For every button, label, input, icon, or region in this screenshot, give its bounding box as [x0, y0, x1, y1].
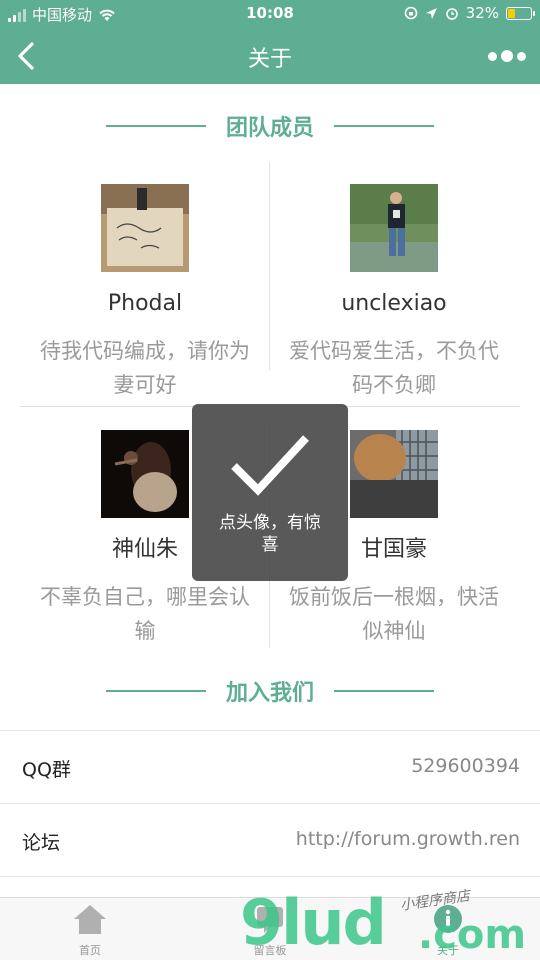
- member-card-unclexiao: unclexiao 爱代码爱生活，不负代码不负卿: [270, 184, 518, 402]
- member-avatar[interactable]: [101, 430, 189, 518]
- tab-label: 首页: [79, 944, 101, 957]
- member-name: Phodal: [107, 291, 183, 316]
- row-label: 论坛: [22, 832, 61, 854]
- member-avatar[interactable]: [101, 184, 189, 272]
- join-section-title: 加入我们: [0, 675, 540, 706]
- member-motto: 待我代码编成，请你为妻可好: [40, 339, 250, 397]
- join-heading: 加入我们: [225, 681, 314, 706]
- battery-level: [508, 8, 516, 18]
- status-bar: 中国移动 10:08 32%: [0, 0, 540, 28]
- rotation-lock-icon: [404, 6, 417, 20]
- tab-label: 关于: [437, 944, 459, 957]
- tab-home[interactable]: 首页: [40, 902, 140, 958]
- more-options-icon[interactable]: [488, 46, 526, 66]
- member-avatar[interactable]: [350, 430, 438, 518]
- page-title: 关于: [247, 47, 292, 72]
- info-icon: [434, 905, 462, 933]
- member-name: unclexiao: [341, 291, 447, 316]
- location-icon: [425, 7, 437, 19]
- member-motto: 饭前饭后一根烟，快活似神仙: [289, 585, 499, 643]
- alarm-icon: [445, 8, 458, 20]
- tab-bar: 首页 留言板 关于: [0, 897, 540, 960]
- divider-line: [334, 125, 434, 127]
- tab-label: 留言板: [253, 944, 287, 957]
- member-motto: 爱代码爱生活，不负代码不负卿: [289, 339, 499, 397]
- tab-message-board[interactable]: 留言板: [220, 902, 320, 958]
- battery-icon: [506, 6, 535, 20]
- home-icon: [74, 905, 106, 934]
- toast: 点头像，有惊喜: [192, 404, 348, 581]
- row-value: 529600394: [411, 755, 520, 777]
- toast-message: 点头像，有惊喜: [219, 513, 321, 555]
- member-card-phodal: Phodal 待我代码编成，请你为妻可好: [21, 184, 269, 402]
- forum-row[interactable]: 论坛 http://forum.growth.ren: [0, 803, 540, 876]
- battery-percent: 32%: [465, 4, 499, 22]
- checkmark-icon: [231, 435, 309, 496]
- tab-about[interactable]: 关于: [398, 902, 498, 958]
- team-heading: 团队成员: [225, 116, 314, 141]
- nav-bar: 关于: [0, 28, 540, 84]
- message-board-icon: [257, 907, 283, 933]
- qq-group-row[interactable]: QQ群 529600394: [0, 730, 540, 803]
- divider-line: [334, 690, 434, 692]
- row-value: http://forum.growth.ren: [295, 828, 520, 850]
- member-motto: 不辜负自己，哪里会认输: [40, 585, 250, 643]
- row-label: QQ群: [22, 759, 71, 781]
- member-avatar[interactable]: [350, 184, 438, 272]
- list-item: [0, 876, 540, 897]
- team-section-title: 团队成员: [0, 110, 540, 141]
